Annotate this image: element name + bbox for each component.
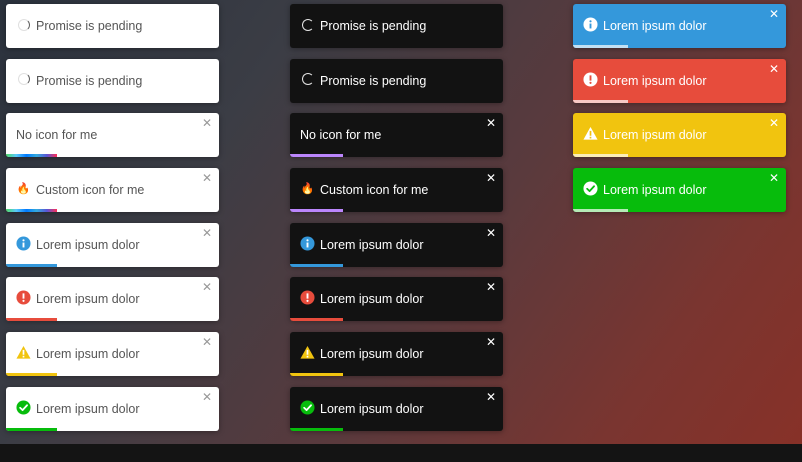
fire-icon: 🔥 xyxy=(300,183,315,196)
toast-message: Lorem ipsum dolor xyxy=(320,237,424,252)
toast-message: No icon for me xyxy=(16,128,98,143)
spinner-icon xyxy=(16,72,31,87)
toast-success[interactable]: Lorem ipsum dolor ✕ xyxy=(6,386,219,431)
progress-bar xyxy=(6,154,58,158)
toast-error[interactable]: Lorem ipsum dolor ✕ xyxy=(573,58,786,103)
close-icon[interactable]: ✕ xyxy=(202,281,212,293)
close-icon[interactable]: ✕ xyxy=(486,172,496,184)
toast-message: Promise is pending xyxy=(320,73,427,88)
toast-message: Custom icon for me xyxy=(320,183,429,198)
progress-bar xyxy=(290,318,344,322)
progress-bar xyxy=(6,373,58,377)
toast-column-colored: Lorem ipsum dolor ✕ Lorem ipsum dolor ✕ Lore… xyxy=(573,4,786,223)
success-icon xyxy=(300,400,315,415)
toast-message: Lorem ipsum dolor xyxy=(603,183,707,198)
info-icon xyxy=(300,236,315,251)
progress-bar xyxy=(290,263,344,267)
error-icon xyxy=(300,290,315,305)
toast-success[interactable]: Lorem ipsum dolor ✕ xyxy=(290,386,503,431)
spinner-icon xyxy=(300,72,315,87)
spinner-icon xyxy=(16,17,31,32)
info-icon xyxy=(16,236,31,251)
progress-bar xyxy=(6,427,58,431)
close-icon[interactable]: ✕ xyxy=(202,391,212,403)
success-icon xyxy=(16,400,31,415)
toast-message: Lorem ipsum dolor xyxy=(320,401,424,416)
spinner-icon xyxy=(300,17,315,32)
progress-bar xyxy=(573,154,629,158)
toast-default[interactable]: 🔥 Custom icon for me ✕ xyxy=(6,168,219,213)
close-icon[interactable]: ✕ xyxy=(486,336,496,348)
warning-icon xyxy=(300,345,315,360)
toast-info[interactable]: Lorem ipsum dolor ✕ xyxy=(6,222,219,267)
close-icon[interactable]: ✕ xyxy=(486,117,496,129)
close-icon[interactable]: ✕ xyxy=(486,227,496,239)
demo-background: Promise is pending Promise is pending No i… xyxy=(0,0,802,444)
progress-bar xyxy=(573,99,629,103)
close-icon[interactable]: ✕ xyxy=(202,172,212,184)
toast-message: Lorem ipsum dolor xyxy=(36,237,140,252)
fire-icon: 🔥 xyxy=(16,183,31,196)
toast-message: Lorem ipsum dolor xyxy=(603,19,707,33)
toast-message: Lorem ipsum dolor xyxy=(320,347,424,362)
close-icon[interactable]: ✕ xyxy=(486,391,496,403)
progress-bar xyxy=(6,263,58,267)
toast-pending[interactable]: Promise is pending xyxy=(290,4,503,48)
toast-message: Custom icon for me xyxy=(36,183,145,198)
progress-bar xyxy=(290,427,344,431)
error-icon xyxy=(583,72,598,87)
toast-default[interactable]: No icon for me ✕ xyxy=(6,113,219,158)
toast-message: Promise is pending xyxy=(320,19,427,33)
close-icon[interactable]: ✕ xyxy=(769,117,779,129)
toast-pending[interactable]: Promise is pending xyxy=(290,58,503,103)
toast-warning[interactable]: Lorem ipsum dolor ✕ xyxy=(290,332,503,377)
warning-icon xyxy=(16,345,31,360)
toast-info[interactable]: Lorem ipsum dolor ✕ xyxy=(573,4,786,48)
close-icon[interactable]: ✕ xyxy=(202,117,212,129)
toast-pending[interactable]: Promise is pending xyxy=(6,4,219,48)
progress-bar xyxy=(290,209,344,213)
close-icon[interactable]: ✕ xyxy=(769,8,779,20)
progress-bar xyxy=(573,45,629,48)
toast-message: Lorem ipsum dolor xyxy=(36,347,140,362)
toast-default[interactable]: 🔥 Custom icon for me ✕ xyxy=(290,168,503,213)
error-icon xyxy=(16,290,31,305)
toast-message: Lorem ipsum dolor xyxy=(320,292,424,307)
toast-message: Promise is pending xyxy=(36,19,143,33)
close-icon[interactable]: ✕ xyxy=(202,227,212,239)
toast-warning[interactable]: Lorem ipsum dolor ✕ xyxy=(573,113,786,158)
close-icon[interactable]: ✕ xyxy=(769,63,779,75)
toast-column-light: Promise is pending Promise is pending No i… xyxy=(6,4,219,442)
progress-bar xyxy=(290,373,344,377)
toast-info[interactable]: Lorem ipsum dolor ✕ xyxy=(290,222,503,267)
toast-error[interactable]: Lorem ipsum dolor ✕ xyxy=(290,277,503,322)
toast-default[interactable]: No icon for me ✕ xyxy=(290,113,503,158)
toast-message: Lorem ipsum dolor xyxy=(36,292,140,307)
progress-bar xyxy=(573,209,629,213)
warning-icon xyxy=(583,126,598,141)
toast-message: Lorem ipsum dolor xyxy=(603,73,707,88)
toast-success[interactable]: Lorem ipsum dolor ✕ xyxy=(573,168,786,213)
toast-error[interactable]: Lorem ipsum dolor ✕ xyxy=(6,277,219,322)
toast-message: Lorem ipsum dolor xyxy=(603,128,707,143)
toast-message: No icon for me xyxy=(300,128,382,143)
toast-message: Promise is pending xyxy=(36,73,143,88)
close-icon[interactable]: ✕ xyxy=(769,172,779,184)
toast-column-dark: Promise is pending Promise is pending No i… xyxy=(290,4,503,442)
toast-message: Lorem ipsum dolor xyxy=(36,401,140,416)
toast-warning[interactable]: Lorem ipsum dolor ✕ xyxy=(6,332,219,377)
close-icon[interactable]: ✕ xyxy=(202,336,212,348)
progress-bar xyxy=(290,154,344,158)
success-icon xyxy=(583,181,598,196)
close-icon[interactable]: ✕ xyxy=(486,281,496,293)
progress-bar xyxy=(6,209,58,213)
progress-bar xyxy=(6,318,58,322)
info-icon xyxy=(583,17,598,32)
toast-pending[interactable]: Promise is pending xyxy=(6,58,219,103)
